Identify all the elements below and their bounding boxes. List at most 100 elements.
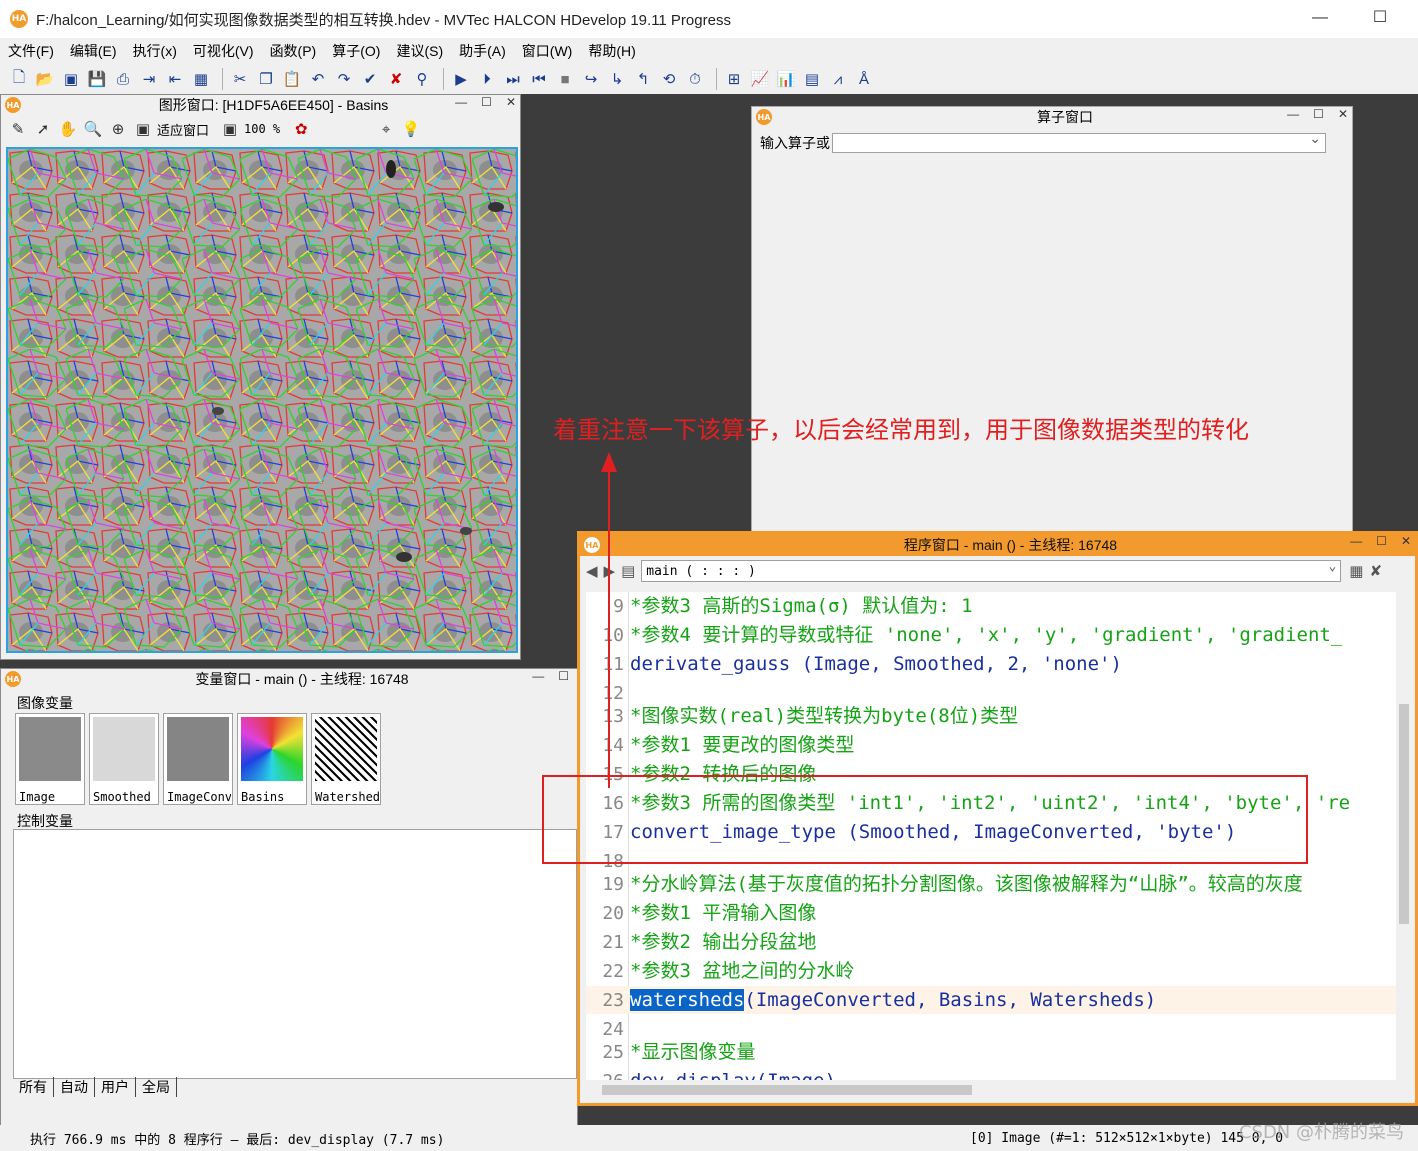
edit-procedure-icon[interactable]: ▦: [1349, 562, 1363, 580]
tips-bulb-icon[interactable]: 💡: [400, 118, 422, 140]
properties-icon[interactable]: ▦: [190, 68, 212, 90]
paste-icon[interactable]: 📋: [281, 68, 303, 90]
save-icon[interactable]: 💾: [86, 68, 108, 90]
maximize-button[interactable]: ☐: [558, 669, 569, 683]
code-line[interactable]: 21 *参数2 输出分段盆地: [586, 928, 1396, 956]
code-line[interactable]: 25 *显示图像变量: [586, 1038, 1396, 1066]
code-line[interactable]: 23 watersheds(ImageConverted, Basins, Wat…: [586, 986, 1396, 1014]
maximize-button[interactable]: ☐: [1376, 534, 1387, 548]
ocr-icon[interactable]: Å: [853, 68, 875, 90]
clear-window-icon[interactable]: ⌖: [375, 118, 397, 140]
menu-execute[interactable]: 执行(x): [125, 41, 185, 61]
code-line[interactable]: 26 dev_display(Image): [586, 1067, 1396, 1080]
image-display-canvas[interactable]: [6, 147, 518, 653]
maximize-button[interactable]: ☐: [1365, 6, 1395, 30]
vertical-scrollbar[interactable]: [1396, 592, 1412, 1080]
minimize-button[interactable]: —: [455, 95, 467, 109]
image-variable-thumb[interactable]: Image: [15, 713, 85, 805]
basins-variable-thumb[interactable]: Basins: [237, 713, 307, 805]
close-button[interactable]: ✕: [1401, 534, 1411, 548]
undo-icon[interactable]: ↶: [307, 68, 329, 90]
edit-icon[interactable]: ✎: [7, 118, 29, 140]
delete-procedure-icon[interactable]: ✘: [1369, 562, 1382, 580]
menu-procedures[interactable]: 函数(P): [262, 41, 325, 61]
feature-histogram-icon[interactable]: 📊: [775, 68, 797, 90]
stop-icon[interactable]: ■: [554, 68, 576, 90]
run-icon[interactable]: ▶: [450, 68, 472, 90]
operator-input-combobox[interactable]: [832, 130, 1326, 153]
menu-help[interactable]: 帮助(H): [580, 41, 643, 61]
copy-icon[interactable]: ❐: [255, 68, 277, 90]
code-token: *显示图像变量: [630, 1041, 756, 1063]
minimize-button[interactable]: —: [1287, 107, 1299, 121]
close-button[interactable]: ✕: [506, 95, 516, 109]
zoom-level-select[interactable]: 100 %: [244, 122, 280, 136]
cut-icon[interactable]: ✂: [229, 68, 251, 90]
menu-file[interactable]: 文件(F): [0, 41, 62, 61]
code-line[interactable]: 9 *参数3 高斯的Sigma(σ) 默认值为: 1: [586, 592, 1396, 620]
watersheds-variable-thumb[interactable]: Watersheds: [311, 713, 381, 805]
reset-icon[interactable]: ⟲: [658, 68, 680, 90]
deactivate-icon[interactable]: ✘: [385, 68, 407, 90]
export-icon[interactable]: ⇤: [164, 68, 186, 90]
code-line[interactable]: 13 *图像实数(real)类型转换为byte(8位)类型: [586, 702, 1396, 730]
menu-suggestions[interactable]: 建议(S): [388, 41, 451, 61]
open-file-icon[interactable]: 📂: [34, 68, 56, 90]
zoom-level-icon[interactable]: ▣: [219, 118, 241, 140]
gray-histogram-icon[interactable]: 📈: [749, 68, 771, 90]
horizontal-scrollbar[interactable]: [586, 1082, 1396, 1098]
close-button[interactable]: ✕: [1338, 107, 1348, 121]
maximize-button[interactable]: ☐: [1313, 107, 1324, 121]
pan-hand-icon[interactable]: ✋: [57, 118, 79, 140]
code-line[interactable]: 20 *参数1 平滑输入图像: [586, 899, 1396, 927]
color-palette-icon[interactable]: ✿: [290, 118, 312, 140]
imageconverted-variable-thumb[interactable]: ImageConverted: [163, 713, 233, 805]
procedure-select[interactable]: main ( : : : ): [641, 559, 1342, 582]
zoom-icon[interactable]: 🔍: [82, 118, 104, 140]
tab-user[interactable]: 用户: [95, 1077, 136, 1097]
profiler-icon[interactable]: ⏱: [684, 68, 706, 90]
scrollbar-thumb[interactable]: [1399, 704, 1409, 924]
step-run-icon[interactable]: ⏵: [476, 68, 498, 90]
run-to-icon[interactable]: ⏭: [502, 68, 524, 90]
tab-auto[interactable]: 自动: [54, 1077, 95, 1097]
tab-all[interactable]: 所有: [13, 1077, 54, 1097]
minimize-button[interactable]: —: [1350, 534, 1362, 548]
menu-edit[interactable]: 编辑(E): [62, 41, 125, 61]
minimize-button[interactable]: —: [532, 669, 544, 683]
scrollbar-thumb[interactable]: [602, 1085, 972, 1095]
pointer-icon[interactable]: ➚: [32, 118, 54, 140]
smoothed-variable-label: Smoothed: [93, 790, 151, 804]
tab-global[interactable]: 全局: [136, 1077, 177, 1097]
code-line[interactable]: 11 derivate_gauss (Image, Smoothed, 2, 'n…: [586, 650, 1396, 678]
code-line[interactable]: 10 *参数4 要计算的导数或特征 'none', 'x', 'y', 'grad…: [586, 621, 1396, 649]
code-line[interactable]: 22 *参数3 盆地之间的分水岭: [586, 957, 1396, 985]
smoothed-variable-thumb[interactable]: Smoothed: [89, 713, 159, 805]
activate-icon[interactable]: ✔: [359, 68, 381, 90]
fit-window-icon[interactable]: ▣: [132, 118, 154, 140]
menu-assistants[interactable]: 助手(A): [451, 41, 514, 61]
print-icon[interactable]: ⎙: [112, 68, 134, 90]
zoom-options-icon[interactable]: ⊕: [107, 118, 129, 140]
redo-icon[interactable]: ↷: [333, 68, 355, 90]
import-icon[interactable]: ⇥: [138, 68, 160, 90]
step-over-icon[interactable]: ↪: [580, 68, 602, 90]
menu-window[interactable]: 窗口(W): [514, 41, 581, 61]
line-profile-icon[interactable]: ⩘: [827, 68, 849, 90]
minimize-button[interactable]: —: [1305, 6, 1335, 30]
feature-inspection-icon[interactable]: ▤: [801, 68, 823, 90]
maximize-button[interactable]: ☐: [481, 95, 492, 109]
open-example-icon[interactable]: ▣: [60, 68, 82, 90]
code-line[interactable]: 14 *参数1 要更改的图像类型: [586, 731, 1396, 759]
zoom-window-icon[interactable]: ⊞: [723, 68, 745, 90]
menu-operators[interactable]: 算子(O): [324, 41, 388, 61]
find-icon[interactable]: ⚲: [411, 68, 433, 90]
step-into-icon[interactable]: ↳: [606, 68, 628, 90]
fit-window-button[interactable]: 适应窗口: [157, 120, 209, 139]
step-out-icon[interactable]: ↰: [632, 68, 654, 90]
control-variables-list[interactable]: [13, 829, 577, 1079]
menu-visualize[interactable]: 可视化(V): [185, 41, 262, 61]
code-line[interactable]: 19 *分水岭算法(基于灰度值的拓扑分割图像。该图像被解释为“山脉”。较高的灰度: [586, 870, 1396, 898]
step-back-icon[interactable]: ⏮: [528, 68, 550, 90]
new-file-icon[interactable]: 🗋: [8, 68, 30, 90]
